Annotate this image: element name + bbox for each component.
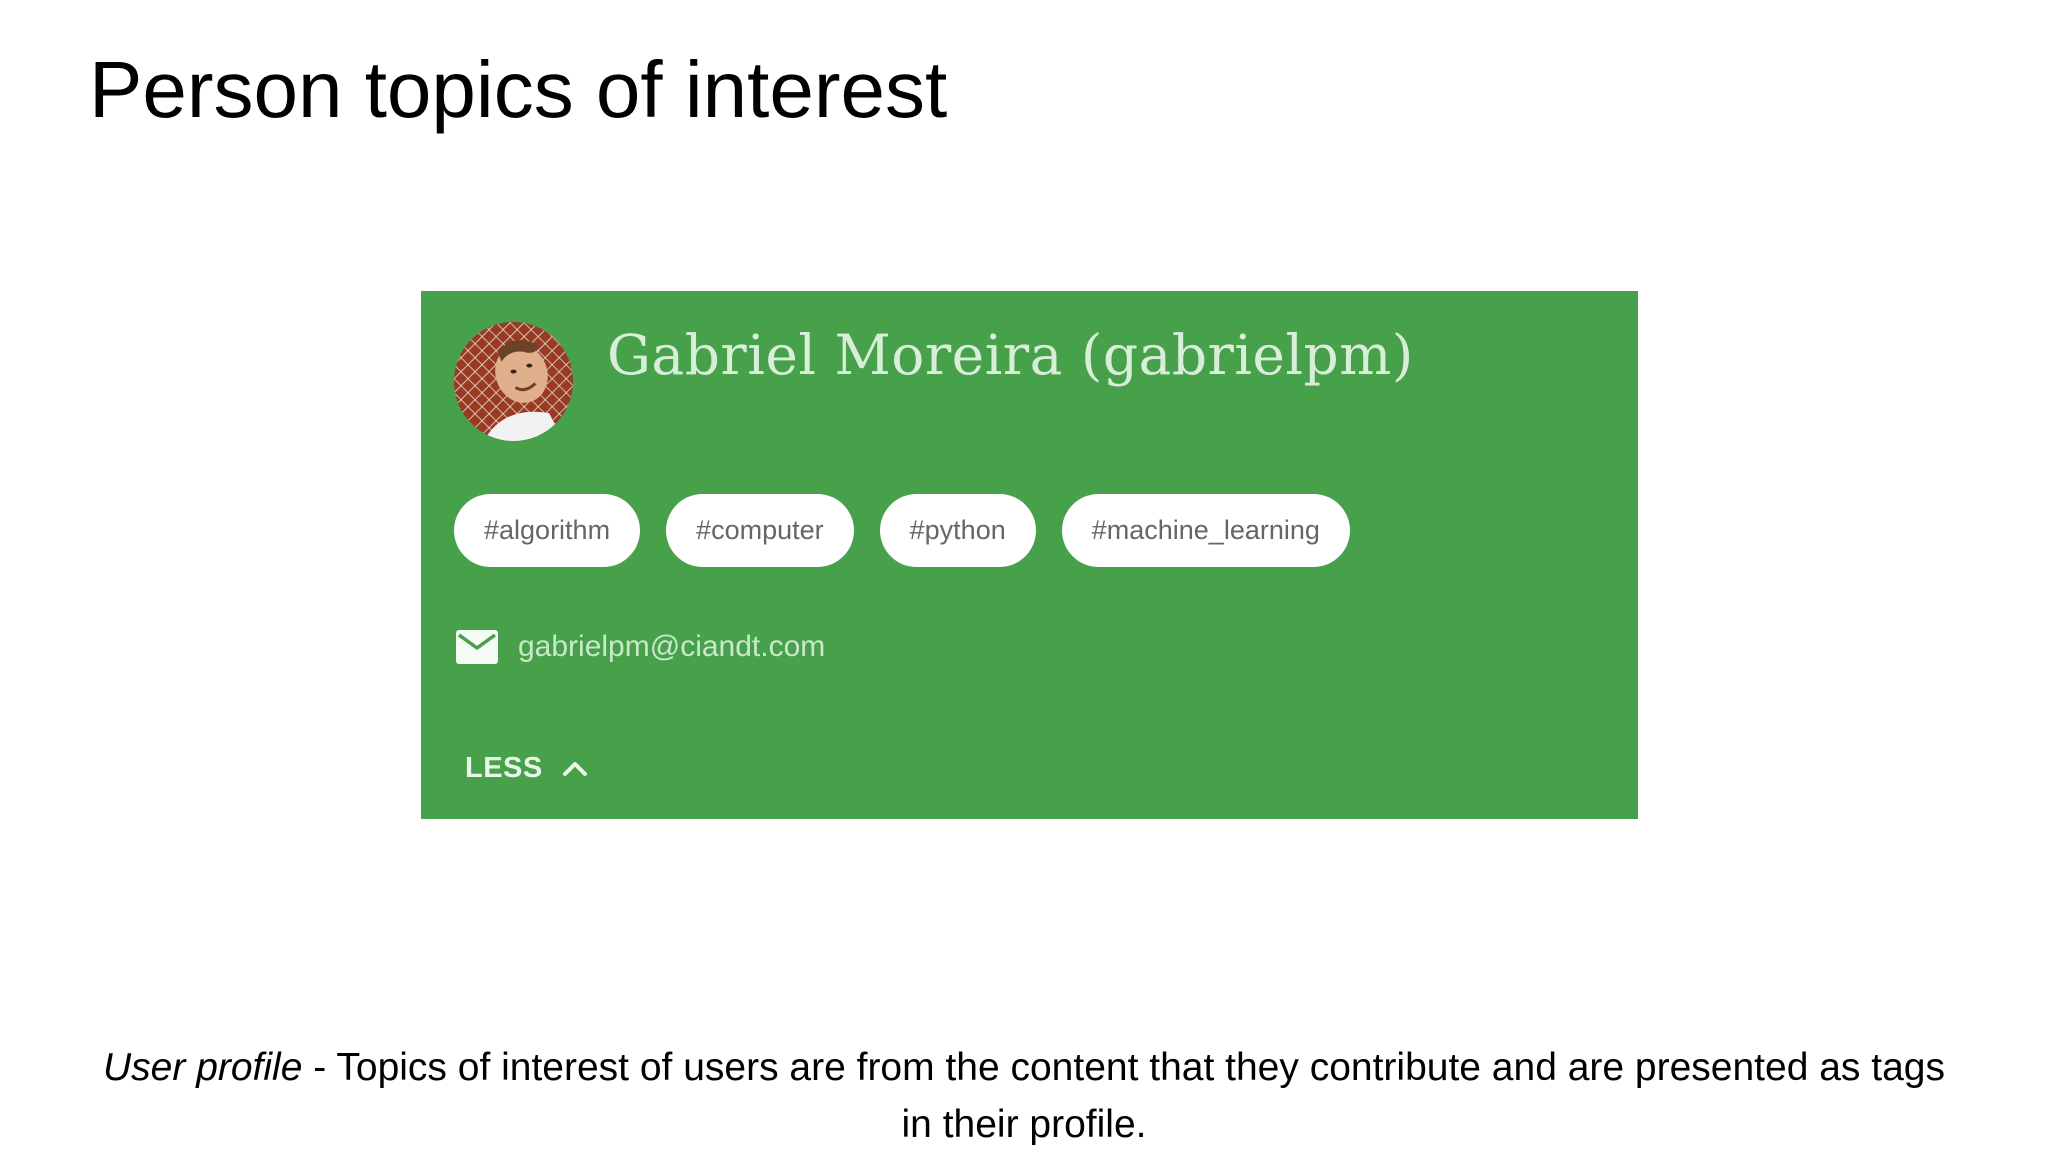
chevron-up-icon <box>561 758 589 778</box>
tag-chip[interactable]: #python <box>879 494 1036 567</box>
less-label: LESS <box>465 751 543 784</box>
caption-emphasis: User profile <box>103 1046 303 1089</box>
mail-icon <box>456 630 498 664</box>
tag-chip[interactable]: #algorithm <box>454 494 641 567</box>
less-button[interactable]: LESS <box>465 748 589 788</box>
caption-text: - Topics of interest of users are from t… <box>302 1046 1945 1146</box>
profile-name: Gabriel Moreira (gabrielpm) <box>607 323 1414 387</box>
user-photo-avatar <box>454 322 573 441</box>
tag-chip[interactable]: #machine_learning <box>1061 494 1350 567</box>
tag-chip[interactable]: #computer <box>666 494 854 567</box>
slide-title: Person topics of interest <box>89 45 948 134</box>
caption: User profile - Topics of interest of use… <box>100 1039 1948 1153</box>
profile-card: Gabriel Moreira (gabrielpm) #algorithm #… <box>421 291 1638 819</box>
tags-list: #algorithm #computer #python #machine_le… <box>454 494 1350 567</box>
email-link[interactable]: gabrielpm@ciandt.com <box>518 630 825 664</box>
avatar[interactable] <box>454 322 573 441</box>
email-row: gabrielpm@ciandt.com <box>456 627 825 667</box>
